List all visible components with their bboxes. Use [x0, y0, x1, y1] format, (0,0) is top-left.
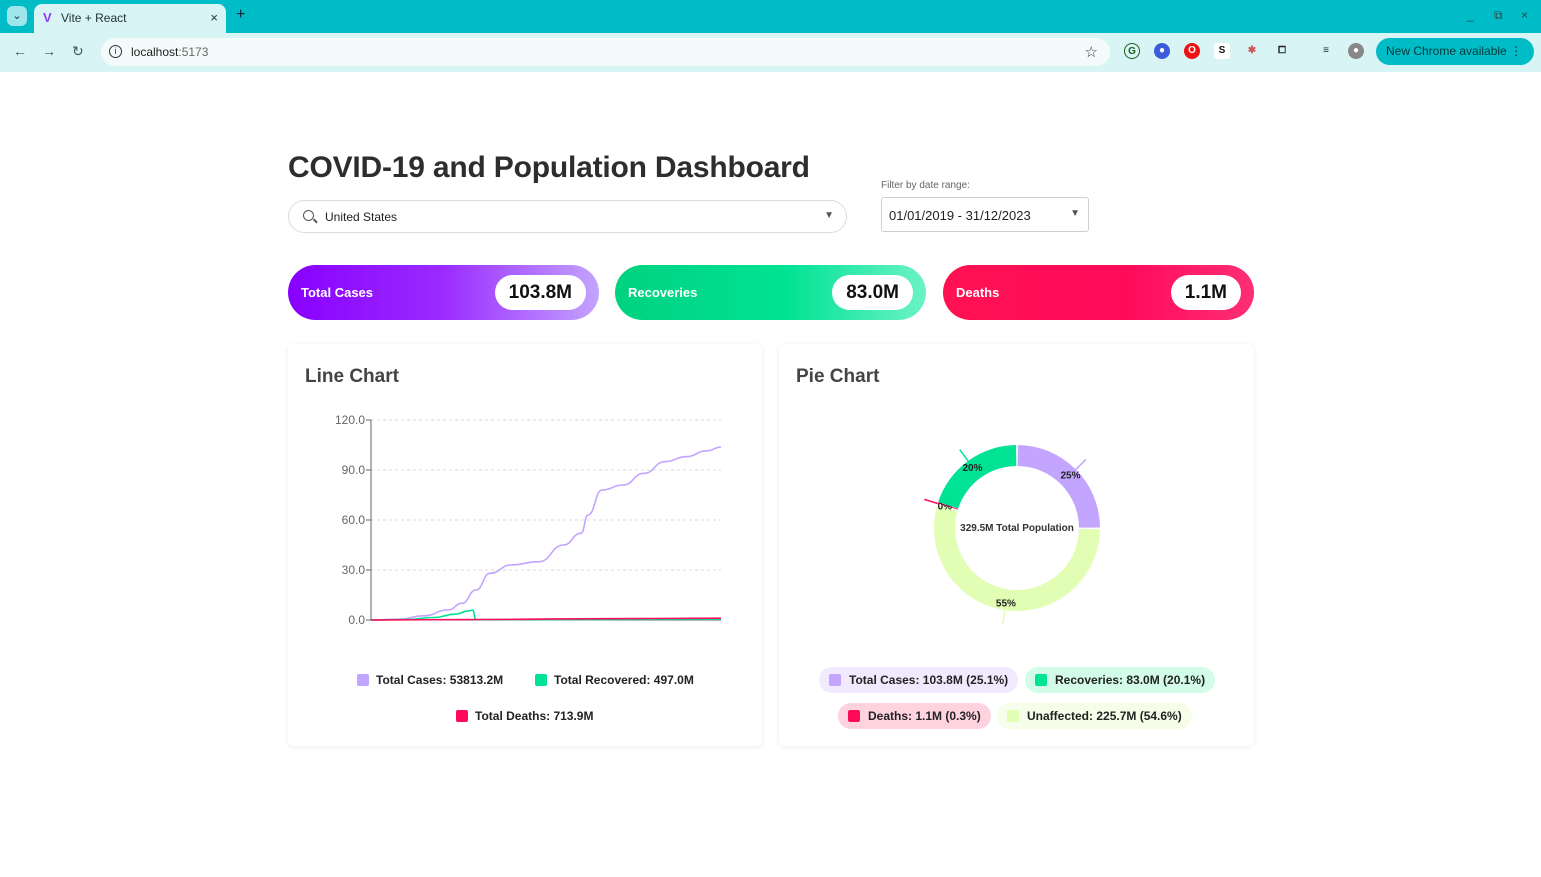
legend-label: Total Cases: 53813.2M [376, 673, 504, 687]
new-tab-button[interactable]: + [236, 6, 245, 24]
pie-center-label: 329.5M Total Population [960, 523, 1074, 534]
chevron-down-icon[interactable]: ▼ [1070, 208, 1080, 219]
browser-window: ⌄ V Vite + React × + _ ⧉ × ← → ↻ i local… [0, 0, 1541, 72]
restore-icon[interactable]: ⧉ [1494, 8, 1503, 23]
legend-label: Total Recovered: 497.0M [554, 673, 694, 687]
close-tab-icon[interactable]: × [210, 10, 218, 25]
legend-label: Total Cases: 103.8M (25.1%) [849, 673, 1009, 687]
pie-label-leader [1075, 459, 1087, 470]
legend-swatch [1035, 674, 1047, 686]
close-window-icon[interactable]: × [1521, 8, 1528, 22]
deaths-value: 1.1M [1170, 275, 1241, 310]
update-chrome-button[interactable]: New Chrome available ⋮ [1376, 38, 1534, 65]
tab-strip: ⌄ V Vite + React × + _ ⧉ × [0, 0, 1541, 33]
deaths-card: Deaths 1.1M [943, 265, 1254, 320]
total-cases-value: 103.8M [494, 275, 586, 310]
back-icon[interactable]: ← [13, 43, 27, 59]
legend-swatch [357, 674, 369, 686]
bug-extension-icon[interactable]: ✱ [1244, 43, 1260, 59]
extension-icon[interactable]: ● [1154, 43, 1170, 59]
legend-swatch [848, 710, 860, 722]
chevron-down-icon[interactable]: ▼ [824, 210, 834, 221]
pie-slice-label: 25% [1061, 471, 1081, 482]
legend-swatch [535, 674, 547, 686]
pie-slice-label: 20% [962, 463, 982, 474]
line-chart: 0.0 30.0 60.0 90.0 120.0 [335, 413, 722, 627]
line-chart-title: Line Chart [305, 366, 399, 387]
y-tick-label: 90.0 [342, 463, 366, 477]
y-tick-label: 120.0 [335, 413, 365, 427]
address-bar[interactable]: i localhost:5173 ☆ [101, 38, 1110, 66]
pie-slice-total-cases[interactable] [1017, 445, 1100, 528]
profile-avatar[interactable]: ● [1348, 43, 1364, 59]
pie-legend-total-cases[interactable]: Total Cases: 103.8M (25.1%) [819, 667, 1019, 693]
recoveries-card: Recoveries 83.0M [615, 265, 926, 320]
legend-total-cases[interactable]: Total Cases: 53813.2M [357, 673, 503, 687]
pie-legend-deaths[interactable]: Deaths: 1.1M (0.3%) [838, 703, 991, 729]
pie-slice-recoveries[interactable] [938, 445, 1017, 509]
pie-slice-label: 55% [996, 599, 1016, 610]
reading-list-icon[interactable]: ≡ [1318, 43, 1334, 59]
pie-chart-card: Pie Chart 25% 55% 0% 20% 329.5M Total Popula… [779, 344, 1254, 746]
site-info-icon[interactable]: i [109, 45, 122, 58]
browser-toolbar: ← → ↻ i localhost:5173 ☆ G ● O S ✱ ⧠ ≡ ●… [0, 33, 1541, 72]
country-select[interactable]: United States ▼ [288, 200, 847, 233]
browser-tab[interactable]: V Vite + React × [34, 4, 226, 33]
minimize-icon[interactable]: _ [1467, 8, 1474, 22]
line-chart-card: Line Chart 0.0 30.0 60.0 90.0 120.0 Total Ca… [288, 344, 762, 746]
pie-chart: 25%55%0%20%329.5M Total Population [924, 445, 1100, 625]
s-extension-icon[interactable]: S [1214, 43, 1230, 59]
url-text: localhost:5173 [131, 45, 209, 59]
country-value: United States [325, 210, 398, 224]
opera-extension-icon[interactable]: O [1184, 43, 1200, 59]
pie-slice-unaffected[interactable] [934, 505, 1100, 611]
pie-legend-unaffected[interactable]: Unaffected: 225.7M (54.6%) [997, 703, 1192, 729]
recoveries-label: Recoveries [628, 285, 698, 300]
page-title: COVID-19 and Population Dashboard [288, 151, 810, 184]
legend-swatch [1007, 710, 1019, 722]
vite-logo-icon: V [43, 10, 52, 25]
grammar-extension-icon[interactable]: G [1124, 43, 1140, 59]
date-filter-label: Filter by date range: [881, 180, 970, 191]
deaths-label: Deaths [956, 285, 1000, 300]
extensions-puzzle-icon[interactable]: ⧠ [1274, 43, 1290, 59]
forward-icon[interactable]: → [42, 43, 56, 59]
y-tick-label: 60.0 [342, 513, 366, 527]
total-cases-label: Total Cases [301, 285, 374, 300]
tab-search-button[interactable]: ⌄ [7, 6, 27, 26]
date-range-select[interactable]: 01/01/2019 - 31/12/2023 ▼ [881, 197, 1089, 232]
search-icon [303, 210, 314, 221]
legend-swatch [829, 674, 841, 686]
pie-label-leader [924, 498, 938, 505]
reload-icon[interactable]: ↻ [72, 43, 84, 60]
tab-title: Vite + React [61, 11, 127, 25]
legend-total-recovered[interactable]: Total Recovered: 497.0M [535, 673, 694, 687]
y-tick-label: 30.0 [342, 563, 366, 577]
legend-label: Deaths: 1.1M (0.3%) [868, 709, 981, 723]
series-total-cases-line[interactable] [370, 446, 722, 621]
legend-total-deaths[interactable]: Total Deaths: 713.9M [456, 709, 593, 723]
pie-chart-title: Pie Chart [796, 366, 880, 387]
legend-label: Recoveries: 83.0M (20.1%) [1055, 673, 1206, 687]
pie-label-leader [1002, 609, 1006, 625]
total-cases-card: Total Cases 103.8M [288, 265, 599, 320]
legend-swatch [456, 710, 468, 722]
pie-label-leader [959, 449, 969, 462]
pie-legend-recoveries[interactable]: Recoveries: 83.0M (20.1%) [1025, 667, 1216, 693]
y-tick-label: 0.0 [348, 613, 365, 627]
recoveries-value: 83.0M [832, 275, 913, 310]
date-range-value: 01/01/2019 - 31/12/2023 [889, 208, 1031, 223]
legend-label: Total Deaths: 713.9M [475, 709, 594, 723]
bookmark-star-icon[interactable]: ☆ [1085, 43, 1098, 61]
legend-label: Unaffected: 225.7M (54.6%) [1027, 709, 1182, 723]
